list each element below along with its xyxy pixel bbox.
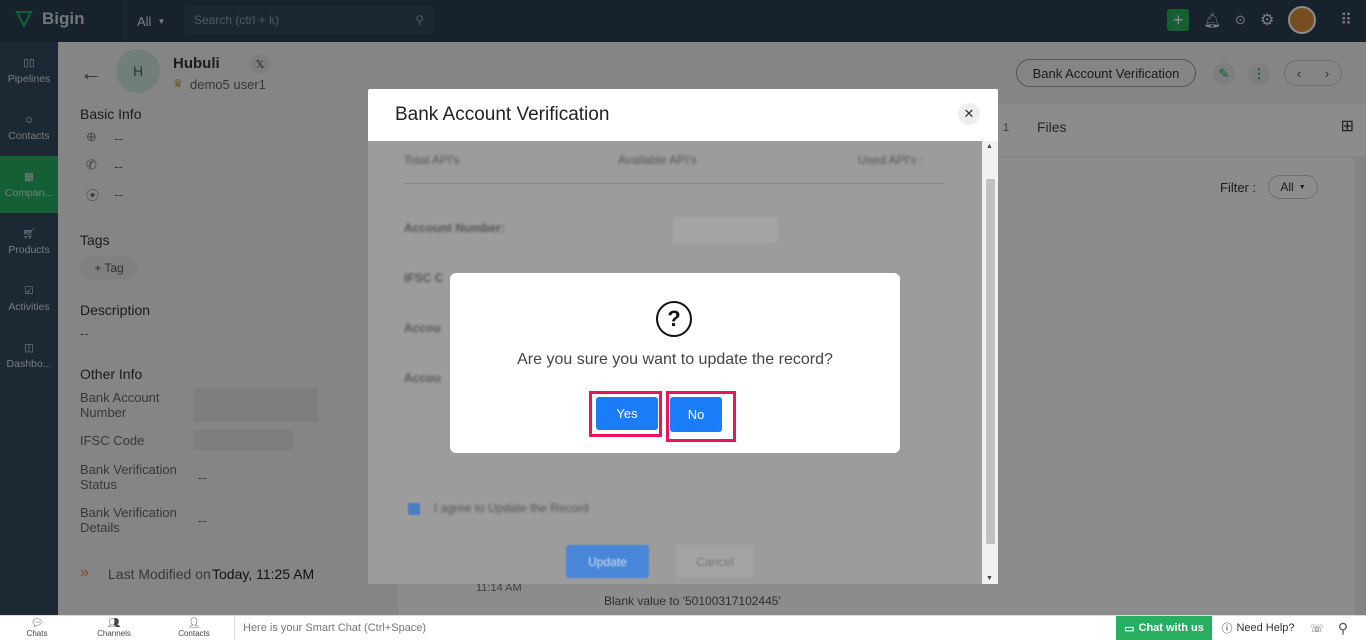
account-number-label: Account Number: (404, 221, 505, 235)
need-help-button[interactable]: ⓘ Need Help? (1212, 616, 1304, 640)
modal-title: Bank Account Verification (395, 104, 610, 125)
yes-button[interactable]: Yes (596, 397, 658, 430)
question-icon: ? (656, 301, 692, 337)
need-help-label: Need Help? (1236, 622, 1295, 634)
agree-label: I agree to Update the Record (434, 501, 589, 515)
chat-icon: ▭ (1124, 622, 1135, 635)
contacts-label: Contacts (178, 629, 210, 638)
used-apis-label: Used API's : (858, 153, 923, 167)
agree-checkbox[interactable] (408, 503, 420, 515)
chats-icon: 💬︎ (30, 618, 44, 629)
chats-button[interactable]: 💬︎ Chats (0, 616, 74, 640)
contacts-button[interactable]: 👤︎ Contacts (154, 616, 234, 640)
account-label-2: Accou (404, 371, 441, 385)
cancel-button[interactable]: Cancel (676, 545, 754, 578)
smart-chat-placeholder: Here is your Smart Chat (Ctrl+Space) (243, 622, 427, 634)
scroll-down-icon[interactable]: ▼ (986, 575, 993, 582)
chats-label: Chats (26, 629, 48, 638)
ifsc-label: IFSC C (404, 271, 444, 285)
account-label-1: Accou (404, 321, 441, 335)
confirm-dialog: ? Are you sure you want to update the re… (450, 273, 900, 453)
total-apis-label: Total API's (404, 153, 460, 167)
confirm-message: Are you sure you want to update the reco… (517, 351, 833, 368)
feedback-icon[interactable]: ☏ (1304, 622, 1330, 635)
available-apis-label: Available API's (618, 153, 697, 167)
scrollbar-thumb[interactable] (986, 179, 995, 544)
chat-with-us-label: Chat with us (1138, 622, 1204, 634)
smart-chat-input[interactable]: Here is your Smart Chat (Ctrl+Space) (234, 615, 1116, 640)
scroll-up-icon[interactable]: ▲ (986, 143, 993, 150)
chat-with-us-button[interactable]: ▭ Chat with us (1116, 615, 1212, 640)
help-icon: ⓘ (1221, 623, 1233, 635)
search-icon[interactable]: ⚲ (1330, 620, 1356, 637)
modal-scrollbar[interactable]: ▲ ▼ (982, 141, 998, 584)
channels-label: Channels (97, 629, 131, 638)
no-button[interactable]: No (670, 397, 722, 432)
channels-icon: 👥︎ (107, 618, 121, 629)
contacts-icon: 👤︎ (187, 618, 201, 629)
account-number-input[interactable] (673, 217, 778, 243)
update-button[interactable]: Update (566, 545, 649, 578)
close-icon[interactable]: ✕ (958, 103, 980, 125)
channels-button[interactable]: 👥︎ Channels (74, 616, 154, 640)
bottom-bar: 💬︎ Chats 👥︎ Channels 👤︎ Contacts Here is yo… (0, 615, 1366, 640)
modal-divider (404, 183, 944, 184)
